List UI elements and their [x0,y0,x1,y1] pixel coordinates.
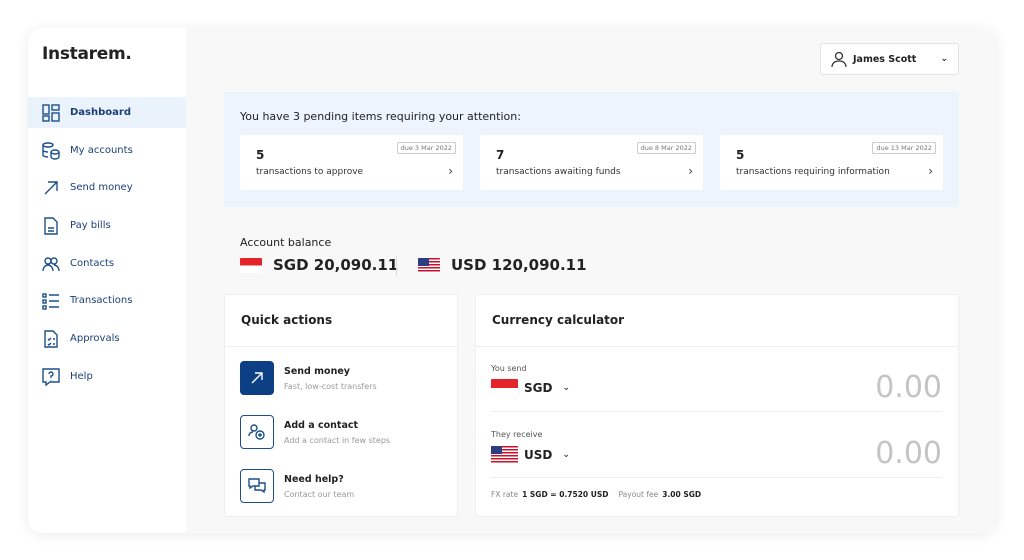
quick-actions-title: Quick actions [241,313,333,327]
divider [476,346,958,347]
chevron-down-icon: ⌄ [562,383,570,393]
receive-currency: USD [524,448,553,462]
due-badge: due 13 Mar 2022 [872,142,936,154]
account-balance-label: Account balance [240,236,332,249]
quick-actions-card: Quick actions Send money Fast, low-cost t… [224,294,458,517]
sidebar-item-help[interactable]: Help [28,361,186,392]
action-subtitle: Add a contact in few steps [284,435,391,445]
balance-usd: USD 120,090.11 [418,256,587,274]
sidebar-item-label: Approvals [70,333,120,344]
list-icon [42,292,59,310]
quick-action-send-money[interactable]: Send money Fast, low-cost transfers [240,361,377,395]
due-badge: due 8 Mar 2022 [636,142,696,154]
logo: Instarem. [42,44,132,64]
sidebar-item-send-money[interactable]: Send money [28,172,186,203]
they-receive-label: They receive [491,430,543,439]
sidebar-item-my-accounts[interactable]: My accounts [28,135,186,166]
pending-label: transactions to approve [256,167,364,177]
sidebar-item-label: Help [70,371,93,382]
sidebar-item-label: Contacts [70,258,115,269]
pending-label: transactions requiring information [736,167,890,177]
quick-action-need-help[interactable]: Need help? Contact our team [240,469,354,503]
send-currency: SGD [524,381,553,395]
balance-usd-value: USD 120,090.11 [451,256,587,274]
divider [225,346,457,347]
pending-items-panel: You have 3 pending items requiring your … [224,92,959,207]
action-subtitle: Contact our team [284,489,355,499]
user-icon [831,51,847,67]
send-amount-input[interactable]: 0.00 [875,370,942,405]
due-badge: due 3 Mar 2022 [396,142,456,154]
divider [491,411,942,412]
fx-info: FX rate 1 SGD = 0.7520 USD Payout fee 3.00 … [491,490,711,499]
chevron-down-icon: ⌄ [940,54,948,64]
arrow-up-right-icon [44,180,58,194]
divider [396,256,397,276]
arrow-up-right-icon [251,372,263,384]
contacts-icon [42,256,60,271]
user-name: James Scott [853,53,917,65]
pending-title: You have 3 pending items requiring your … [240,110,521,123]
pending-card-funds[interactable]: due 8 Mar 2022 7 transactions awaiting fun… [480,135,703,190]
quick-action-add-contact[interactable]: Add a contact Add a contact in few steps [240,415,390,449]
divider [491,477,942,478]
sidebar-item-label: My accounts [70,145,133,156]
singapore-flag-icon [240,257,262,273]
send-currency-select[interactable]: SGD ⌄ [491,379,570,397]
dashboard-icon [42,103,60,122]
fx-rate-label: FX rate [491,490,519,499]
sidebar-item-label: Pay bills [70,220,111,231]
pending-count: 5 [736,148,745,162]
bill-icon [44,216,58,235]
action-title: Add a contact [284,419,359,431]
payout-fee-label: Payout fee [618,490,659,499]
pending-card-approve[interactable]: due 3 Mar 2022 5 transactions to approve › [240,135,463,190]
sidebar-item-contacts[interactable]: Contacts [28,248,186,279]
coins-icon [42,141,60,160]
chat-icon [248,478,266,494]
sidebar-item-transactions[interactable]: Transactions [28,285,186,316]
receive-currency-select[interactable]: USD ⌄ [491,446,570,464]
us-flag-icon [491,446,518,464]
add-contact-icon [248,424,265,440]
payout-fee-value: 3.00 SGD [662,490,702,499]
sidebar-item-label: Dashboard [70,107,131,118]
chevron-right-icon: › [448,164,453,178]
singapore-flag-icon [491,379,518,397]
sidebar-item-dashboard[interactable]: Dashboard [28,97,186,128]
approvals-icon [44,329,58,348]
chevron-right-icon: › [688,164,693,178]
you-send-label: You send [491,364,527,373]
us-flag-icon [418,257,440,273]
action-title: Send money [284,365,350,377]
help-icon [42,367,60,386]
chevron-down-icon: ⌄ [562,450,570,460]
balance-sgd-value: SGD 20,090.11 [273,256,399,274]
sidebar-item-label: Send money [70,182,133,193]
user-menu-button[interactable]: James Scott ⌄ [820,43,959,75]
pending-count: 7 [496,148,505,162]
balance-sgd: SGD 20,090.11 [240,256,398,274]
chevron-right-icon: › [928,164,933,178]
action-title: Need help? [284,473,344,485]
sidebar-item-pay-bills[interactable]: Pay bills [28,210,186,241]
currency-calculator-card: Currency calculator You send SGD ⌄ 0.00 T… [475,294,959,517]
receive-amount-input[interactable]: 0.00 [875,436,942,471]
pending-card-information[interactable]: due 13 Mar 2022 5 transactions requiring i… [720,135,943,190]
app-window: Instarem. Dashboard My accounts Send mon… [28,28,996,533]
sidebar-item-label: Transactions [70,295,133,306]
fx-rate-value: 1 SGD = 0.7520 USD [522,490,609,499]
calculator-title: Currency calculator [492,313,625,327]
sidebar-item-approvals[interactable]: Approvals [28,323,186,354]
pending-label: transactions awaiting funds [496,167,621,177]
sidebar: Instarem. Dashboard My accounts Send mon… [28,28,186,533]
action-subtitle: Fast, low-cost transfers [284,381,377,391]
pending-count: 5 [256,148,265,162]
